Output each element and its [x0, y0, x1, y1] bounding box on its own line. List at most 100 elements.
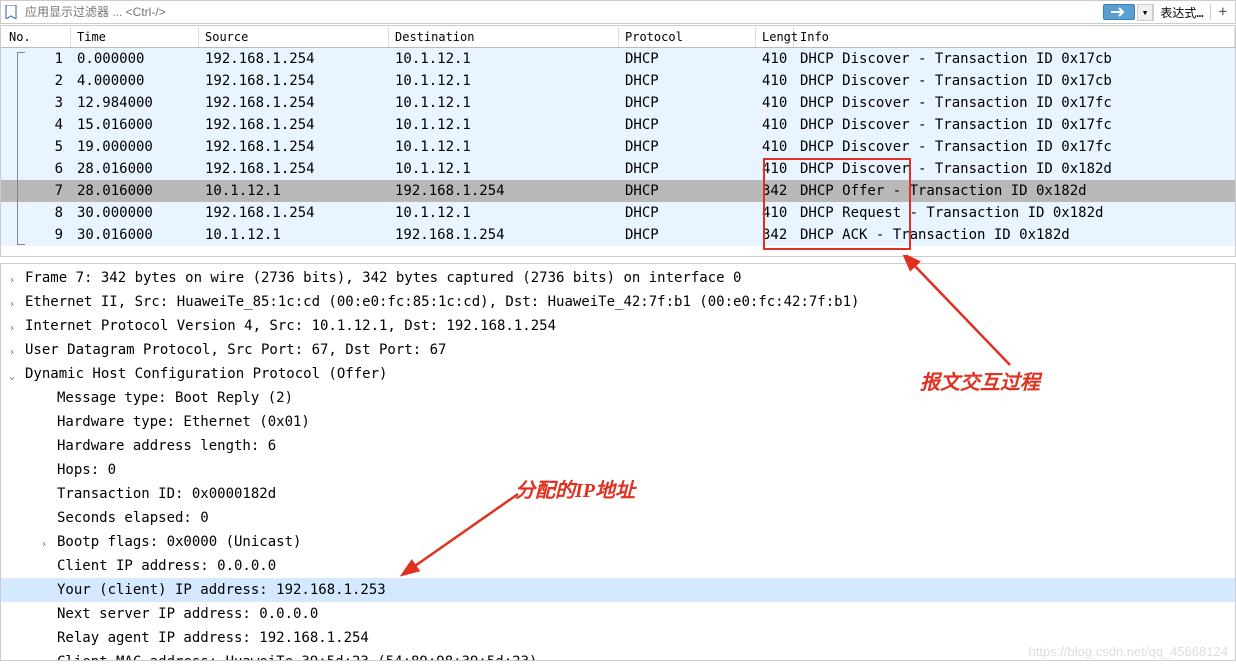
cell-time: 19.000000: [71, 138, 199, 156]
detail-text: Bootp flags: 0x0000 (Unicast): [57, 534, 301, 550]
cell-destination: 10.1.12.1: [389, 94, 619, 112]
detail-text: Ethernet II, Src: HuaweiTe_85:1c:cd (00:…: [25, 294, 859, 310]
cell-no: 3: [1, 94, 71, 112]
col-header-protocol[interactable]: Protocol: [619, 27, 756, 47]
cell-info: DHCP Discover - Transaction ID 0x17cb: [794, 50, 1235, 68]
packet-list-header: No. Time Source Destination Protocol Len…: [1, 26, 1235, 48]
detail-line[interactable]: › Bootp flags: 0x0000 (Unicast): [1, 530, 1235, 554]
packet-row[interactable]: 24.000000192.168.1.25410.1.12.1DHCP410DH…: [1, 70, 1235, 92]
detail-line[interactable]: Transaction ID: 0x0000182d: [1, 482, 1235, 506]
cell-protocol: DHCP: [619, 116, 756, 134]
detail-text: Seconds elapsed: 0: [57, 510, 209, 526]
cell-protocol: DHCP: [619, 94, 756, 112]
packet-row[interactable]: 519.000000192.168.1.25410.1.12.1DHCP410D…: [1, 136, 1235, 158]
detail-line[interactable]: Hardware address length: 6: [1, 434, 1235, 458]
detail-line[interactable]: Your (client) IP address: 192.168.1.253: [1, 578, 1235, 602]
expression-button[interactable]: 表达式…: [1153, 4, 1209, 21]
cell-destination: 10.1.12.1: [389, 72, 619, 90]
filter-toolbar: ▾ 表达式… +: [0, 0, 1236, 24]
detail-line[interactable]: › User Datagram Protocol, Src Port: 67, D…: [1, 338, 1235, 362]
cell-protocol: DHCP: [619, 182, 756, 200]
cell-source: 192.168.1.254: [199, 204, 389, 222]
detail-line[interactable]: ⌄ Dynamic Host Configuration Protocol (Of…: [1, 362, 1235, 386]
expand-icon[interactable]: ›: [41, 534, 47, 556]
cell-source: 10.1.12.1: [199, 226, 389, 244]
cell-protocol: DHCP: [619, 160, 756, 178]
detail-text: Your (client) IP address: 192.168.1.253: [57, 582, 386, 598]
watermark: https://blog.csdn.net/qq_45668124: [1029, 644, 1229, 659]
col-header-length[interactable]: Lengt: [756, 27, 794, 47]
cell-destination: 192.168.1.254: [389, 182, 619, 200]
detail-text: Hardware address length: 6: [57, 438, 276, 454]
col-header-no[interactable]: No.: [1, 27, 71, 47]
cell-destination: 10.1.12.1: [389, 204, 619, 222]
packet-row[interactable]: 10.000000192.168.1.25410.1.12.1DHCP410DH…: [1, 48, 1235, 70]
cell-time: 28.016000: [71, 160, 199, 178]
packet-row[interactable]: 628.016000192.168.1.25410.1.12.1DHCP410D…: [1, 158, 1235, 180]
cell-source: 192.168.1.254: [199, 50, 389, 68]
expand-icon[interactable]: ›: [9, 270, 15, 292]
cell-source: 192.168.1.254: [199, 72, 389, 90]
cell-source: 192.168.1.254: [199, 138, 389, 156]
detail-text: User Datagram Protocol, Src Port: 67, Ds…: [25, 342, 446, 358]
cell-source: 192.168.1.254: [199, 94, 389, 112]
detail-text: Dynamic Host Configuration Protocol (Off…: [25, 366, 387, 382]
cell-time: 30.016000: [71, 226, 199, 244]
cell-source: 192.168.1.254: [199, 116, 389, 134]
detail-text: Frame 7: 342 bytes on wire (2736 bits), …: [25, 270, 741, 286]
expand-icon[interactable]: ›: [9, 318, 15, 340]
cell-no: 8: [1, 204, 71, 222]
expand-icon[interactable]: ›: [9, 342, 15, 364]
cell-time: 30.000000: [71, 204, 199, 222]
detail-line[interactable]: Seconds elapsed: 0: [1, 506, 1235, 530]
detail-line[interactable]: Client IP address: 0.0.0.0: [1, 554, 1235, 578]
detail-line[interactable]: Message type: Boot Reply (2): [1, 386, 1235, 410]
detail-line[interactable]: › Internet Protocol Version 4, Src: 10.1.…: [1, 314, 1235, 338]
cell-no: 1: [1, 50, 71, 68]
cell-length: 410: [756, 94, 794, 112]
detail-text: Message type: Boot Reply (2): [57, 390, 293, 406]
col-header-info[interactable]: Info: [794, 27, 1235, 47]
col-header-source[interactable]: Source: [199, 27, 389, 47]
cell-info: DHCP Offer - Transaction ID 0x182d: [794, 182, 1235, 200]
add-button[interactable]: +: [1210, 4, 1235, 20]
detail-text: Client IP address: 0.0.0.0: [57, 558, 276, 574]
display-filter-input[interactable]: [21, 3, 1101, 21]
detail-text: Relay agent IP address: 192.168.1.254: [57, 630, 369, 646]
detail-line[interactable]: › Frame 7: 342 bytes on wire (2736 bits),…: [1, 266, 1235, 290]
filter-dropdown[interactable]: ▾: [1137, 4, 1154, 21]
cell-length: 410: [756, 160, 794, 178]
cell-destination: 10.1.12.1: [389, 138, 619, 156]
bookmark-icon[interactable]: [4, 5, 18, 19]
packet-row[interactable]: 312.984000192.168.1.25410.1.12.1DHCP410D…: [1, 92, 1235, 114]
detail-text: Client MAC address: HuaweiTe_39:5d:23 (5…: [57, 654, 537, 661]
cell-source: 10.1.12.1: [199, 182, 389, 200]
cell-length: 410: [756, 138, 794, 156]
col-header-destination[interactable]: Destination: [389, 27, 619, 47]
detail-line[interactable]: Hardware type: Ethernet (0x01): [1, 410, 1235, 434]
apply-filter-button[interactable]: [1103, 4, 1135, 20]
detail-line[interactable]: › Ethernet II, Src: HuaweiTe_85:1c:cd (00…: [1, 290, 1235, 314]
cell-info: DHCP Request - Transaction ID 0x182d: [794, 204, 1235, 222]
cell-protocol: DHCP: [619, 72, 756, 90]
cell-protocol: DHCP: [619, 50, 756, 68]
cell-no: 2: [1, 72, 71, 90]
col-header-time[interactable]: Time: [71, 27, 199, 47]
detail-text: Transaction ID: 0x0000182d: [57, 486, 276, 502]
expand-icon[interactable]: ›: [9, 294, 15, 316]
packet-row[interactable]: 415.016000192.168.1.25410.1.12.1DHCP410D…: [1, 114, 1235, 136]
cell-info: DHCP Discover - Transaction ID 0x17fc: [794, 138, 1235, 156]
cell-time: 15.016000: [71, 116, 199, 134]
detail-line[interactable]: Hops: 0: [1, 458, 1235, 482]
cell-length: 410: [756, 72, 794, 90]
packet-row[interactable]: 930.01600010.1.12.1192.168.1.254DHCP342D…: [1, 224, 1235, 246]
detail-line[interactable]: Next server IP address: 0.0.0.0: [1, 602, 1235, 626]
cell-time: 4.000000: [71, 72, 199, 90]
cell-destination: 192.168.1.254: [389, 226, 619, 244]
collapse-icon[interactable]: ⌄: [9, 366, 15, 388]
cell-length: 342: [756, 182, 794, 200]
cell-protocol: DHCP: [619, 226, 756, 244]
detail-text: Internet Protocol Version 4, Src: 10.1.1…: [25, 318, 556, 334]
packet-row[interactable]: 728.01600010.1.12.1192.168.1.254DHCP342D…: [1, 180, 1235, 202]
packet-row[interactable]: 830.000000192.168.1.25410.1.12.1DHCP410D…: [1, 202, 1235, 224]
